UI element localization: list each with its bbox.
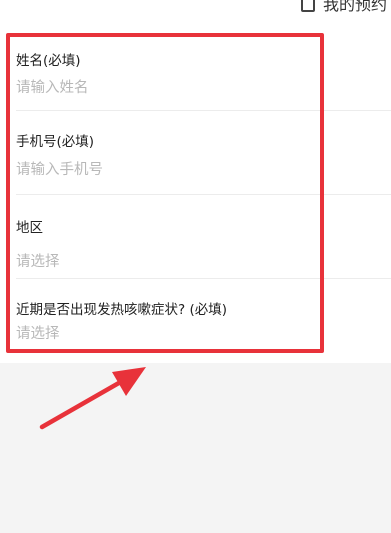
region-field[interactable]: 地区 请选择	[0, 195, 391, 278]
symptoms-field[interactable]: 近期是否出现发热咳嗽症状? (必填) 请选择	[0, 279, 391, 363]
name-field[interactable]: 姓名(必填) 请输入姓名	[0, 32, 391, 110]
page: 我的预约 姓名(必填) 请输入姓名 手机号(必填) 请输入手机号 地区 请选择 …	[0, 0, 391, 533]
region-select[interactable]: 请选择	[16, 250, 60, 271]
my-appointments-label: 我的预约	[322, 0, 387, 14]
region-label: 地区	[16, 220, 43, 236]
phone-field[interactable]: 手机号(必填) 请输入手机号	[0, 111, 391, 194]
symptoms-select[interactable]: 请选择	[16, 322, 60, 343]
name-input[interactable]: 请输入姓名	[16, 76, 89, 97]
name-label: 姓名(必填)	[16, 53, 81, 69]
my-appointments-link[interactable]: 我的预约	[300, 0, 387, 15]
symptoms-label: 近期是否出现发热咳嗽症状? (必填)	[16, 302, 227, 318]
phone-input[interactable]: 请输入手机号	[16, 158, 103, 179]
phone-label: 手机号(必填)	[16, 134, 95, 150]
top-bar: 我的预约	[0, 0, 391, 32]
document-icon	[300, 0, 315, 12]
registration-form: 姓名(必填) 请输入姓名 手机号(必填) 请输入手机号 地区 请选择 近期是否出…	[0, 32, 391, 363]
